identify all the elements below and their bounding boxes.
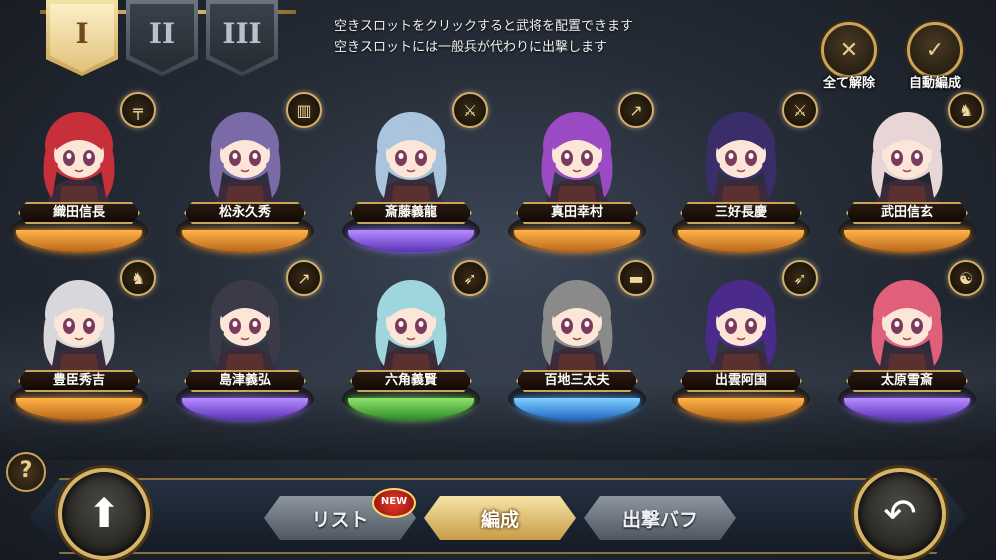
shield-icon: ▥ bbox=[286, 92, 322, 128]
unit-name: 豊臣秀吉 bbox=[18, 370, 140, 392]
rarity-ring bbox=[678, 230, 804, 252]
clear-all-button[interactable]: ✕ 全て解除 bbox=[812, 22, 886, 91]
scroll-up-button[interactable]: ⬆ bbox=[58, 468, 150, 560]
new-badge: NEW bbox=[372, 488, 416, 518]
auto-form-button[interactable]: ✓ 自動編成 bbox=[898, 22, 972, 91]
unit-name: 真田幸村 bbox=[516, 202, 638, 224]
unit-slot[interactable]: ▬ 百地三太夫 bbox=[504, 260, 654, 428]
bow-icon: ➶ bbox=[782, 260, 818, 296]
rarity-ring bbox=[348, 398, 474, 420]
character-portrait bbox=[375, 280, 447, 386]
back-button[interactable]: ↶ bbox=[854, 468, 946, 560]
cannon-icon: ▬ bbox=[618, 260, 654, 296]
unit-name: 六角義賢 bbox=[350, 370, 472, 392]
unit-name: 島津義弘 bbox=[184, 370, 306, 392]
horse-icon: ♞ bbox=[120, 260, 156, 296]
unit-slot[interactable]: ▥ 松永久秀 bbox=[172, 92, 322, 260]
rarity-ring bbox=[182, 398, 308, 420]
gun-icon: ╤ bbox=[120, 92, 156, 128]
unit-slot[interactable]: ↗ 島津義弘 bbox=[172, 260, 322, 428]
spear-icon: ↗ bbox=[618, 92, 654, 128]
rarity-ring bbox=[348, 230, 474, 252]
instruction-text: 空きスロットをクリックすると武将を配置できます 空きスロットには一般兵が代わりに… bbox=[334, 16, 633, 58]
character-portrait bbox=[871, 280, 943, 386]
formation-tabs: I II III bbox=[46, 0, 278, 76]
character-portrait bbox=[541, 112, 613, 218]
unit-name: 百地三太夫 bbox=[516, 370, 638, 392]
unit-name: 武田信玄 bbox=[846, 202, 968, 224]
return-arrow-icon: ↶ bbox=[883, 491, 917, 537]
unit-name: 三好長慶 bbox=[680, 202, 802, 224]
bow-icon: ➶ bbox=[452, 260, 488, 296]
unit-name: 斎藤義龍 bbox=[350, 202, 472, 224]
character-portrait bbox=[43, 112, 115, 218]
unit-name: 太原雪斎 bbox=[846, 370, 968, 392]
character-portrait bbox=[209, 112, 281, 218]
unit-slot[interactable]: ╤ 織田信長 bbox=[6, 92, 156, 260]
instruction-line-1: 空きスロットをクリックすると武将を配置できます bbox=[334, 19, 634, 34]
character-portrait bbox=[705, 112, 777, 218]
unit-slot[interactable]: ☯ 太原雪斎 bbox=[834, 260, 984, 428]
sortie-buff-button[interactable]: 出撃バフ bbox=[584, 496, 736, 540]
unit-slot[interactable]: ♞ 豊臣秀吉 bbox=[6, 260, 156, 428]
rarity-ring bbox=[16, 398, 142, 420]
unit-slot[interactable]: ⚔ 斎藤義龍 bbox=[338, 92, 488, 260]
tab-formation-1[interactable]: I bbox=[46, 0, 118, 76]
character-portrait bbox=[43, 280, 115, 386]
spear-icon: ↗ bbox=[286, 260, 322, 296]
arrow-up-icon: ⬆ bbox=[87, 491, 121, 537]
instruction-line-2: 空きスロットには一般兵が代わりに出撃します bbox=[334, 40, 608, 55]
rarity-ring bbox=[514, 398, 640, 420]
unit-slot[interactable]: ⚔ 三好長慶 bbox=[668, 92, 818, 260]
yin-yang-icon: ☯ bbox=[948, 260, 984, 296]
unit-slot[interactable]: ➶ 六角義賢 bbox=[338, 260, 488, 428]
auto-icon: ✓ bbox=[907, 22, 963, 78]
help-button[interactable]: ? bbox=[6, 452, 46, 492]
character-portrait bbox=[871, 112, 943, 218]
rarity-ring bbox=[844, 398, 970, 420]
unit-name: 松永久秀 bbox=[184, 202, 306, 224]
character-portrait bbox=[705, 280, 777, 386]
rarity-ring bbox=[844, 230, 970, 252]
tab-formation-3[interactable]: III bbox=[206, 0, 278, 76]
sword-icon: ⚔ bbox=[452, 92, 488, 128]
rarity-ring bbox=[514, 230, 640, 252]
unit-name: 織田信長 bbox=[18, 202, 140, 224]
horse-icon: ♞ bbox=[948, 92, 984, 128]
clear-icon: ✕ bbox=[821, 22, 877, 78]
unit-slot[interactable]: ➶ 出雲阿国 bbox=[668, 260, 818, 428]
unit-slot[interactable]: ♞ 武田信玄 bbox=[834, 92, 984, 260]
unit-name: 出雲阿国 bbox=[680, 370, 802, 392]
sword-icon: ⚔ bbox=[782, 92, 818, 128]
character-portrait bbox=[541, 280, 613, 386]
unit-slot[interactable]: ↗ 真田幸村 bbox=[504, 92, 654, 260]
tab-formation-2[interactable]: II bbox=[126, 0, 198, 76]
formation-button[interactable]: 編成 bbox=[424, 496, 576, 540]
rarity-ring bbox=[678, 398, 804, 420]
character-portrait bbox=[209, 280, 281, 386]
rarity-ring bbox=[182, 230, 308, 252]
rarity-ring bbox=[16, 230, 142, 252]
character-portrait bbox=[375, 112, 447, 218]
